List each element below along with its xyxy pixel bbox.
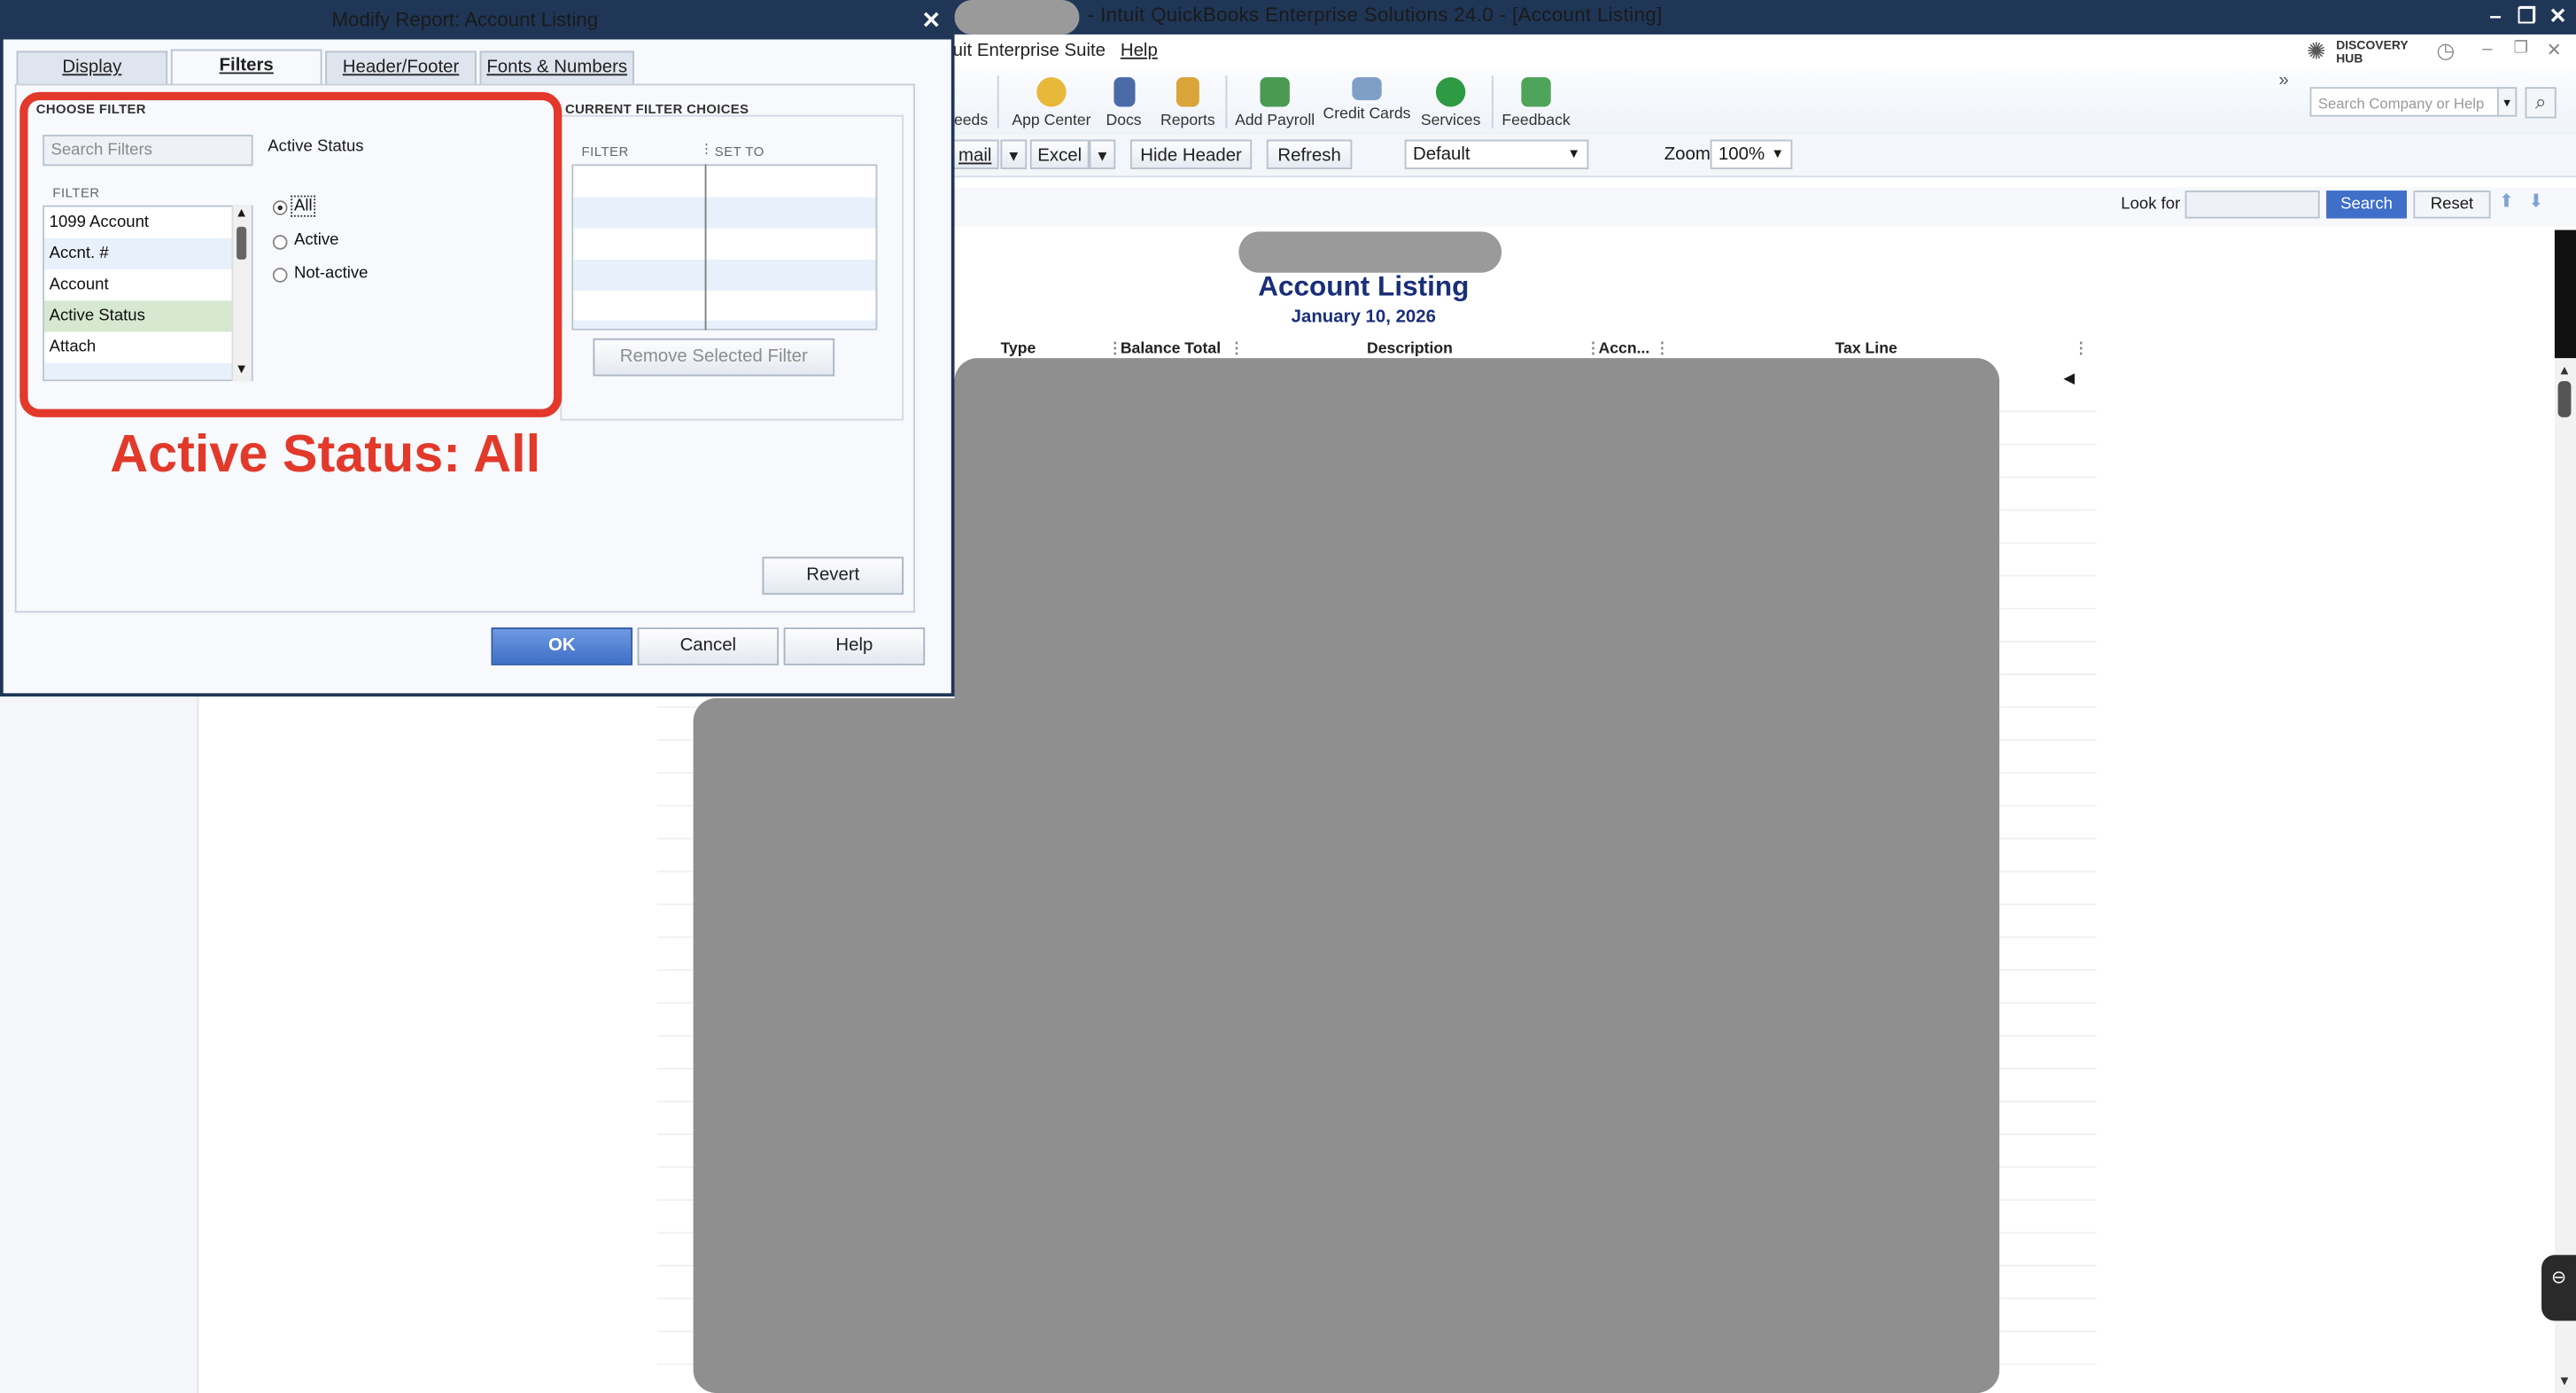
report-title: Account Listing	[1258, 270, 1470, 303]
docs-icon	[1113, 77, 1135, 107]
annotation-label: Active Status: All	[110, 424, 541, 484]
arrow-down-icon[interactable]: ⬇	[2528, 191, 2543, 212]
report-view-value: Default	[1412, 144, 1470, 165]
redacted-report-rows-lower	[693, 697, 2000, 1393]
scroll-down-arrow[interactable]: ▼	[2558, 1374, 2572, 1389]
search-scope-dropdown[interactable]: ▾	[2496, 87, 2518, 117]
dialog-title: Modify Report: Account Listing	[331, 8, 599, 32]
excel-dropdown[interactable]: ▼	[1089, 139, 1116, 169]
email-button[interactable]: mail	[952, 139, 999, 169]
look-for-label: Look for	[2121, 195, 2181, 214]
column-header-type[interactable]: Type	[1000, 340, 1036, 358]
arrow-up-icon[interactable]: ⬆	[2499, 191, 2514, 212]
toolbar-add-payroll[interactable]: Add Payroll	[1224, 74, 1326, 129]
zoom-value: 100%	[1718, 144, 1765, 165]
app-center-icon	[1036, 77, 1067, 107]
remove-selected-filter-button[interactable]: Remove Selected Filter	[593, 338, 835, 377]
column-header-tax-line[interactable]: Tax Line	[1835, 340, 1897, 358]
revert-button[interactable]: Revert	[762, 556, 904, 595]
reminders-icon[interactable]: ◷	[2436, 38, 2455, 65]
tab-header-footer[interactable]: Header/Footer	[325, 51, 477, 84]
tab-header-footer-label: Header/Footer	[342, 57, 460, 78]
tab-filters-label: Filters	[219, 56, 274, 76]
tab-display[interactable]: Display	[16, 51, 168, 84]
column-header-account-number[interactable]: Accn...	[1599, 340, 1650, 358]
close-icon[interactable]: ✕	[2543, 4, 2572, 30]
minimize-icon[interactable]: –	[2480, 4, 2510, 28]
chevron-down-icon: ▼	[1567, 145, 1581, 161]
column-divider[interactable]: ⋮	[1655, 340, 1671, 358]
dialog-close-icon[interactable]: ✕	[921, 6, 941, 35]
scrollbar-thumb[interactable]	[2557, 381, 2572, 417]
menu-enterprise-suite[interactable]: uit Enterprise Suite	[953, 41, 1106, 60]
report-view-select[interactable]: Default ▼	[1404, 139, 1589, 169]
cfc-column-divider: ⋮	[700, 141, 714, 157]
tab-fonts-numbers-label: Fonts & Numbers	[486, 57, 628, 78]
payroll-icon	[1260, 77, 1290, 107]
redacted-company-name	[954, 0, 1080, 35]
column-divider[interactable]: ⋮	[2074, 340, 2090, 358]
app-title: - Intuit QuickBooks Enterprise Solutions…	[1087, 3, 1663, 27]
chat-assistant-icon[interactable]: ⊖	[2541, 1255, 2576, 1321]
column-header-description[interactable]: Description	[1367, 340, 1453, 358]
feedback-icon	[1521, 77, 1551, 107]
tab-fonts-numbers[interactable]: Fonts & Numbers	[479, 51, 634, 84]
cfc-column-line	[704, 164, 707, 331]
toolbar-more-chevrons[interactable]: »	[2278, 71, 2288, 90]
cfc-filter-column-label: FILTER	[581, 144, 629, 160]
column-header-balance-total[interactable]: Balance Total	[1121, 340, 1221, 358]
toolbar-credit-cards-label: Credit Cards	[1323, 105, 1411, 124]
chevron-down-icon: ▼	[1771, 145, 1785, 161]
look-for-reset-button[interactable]: Reset	[2413, 191, 2491, 219]
toolbar-feeds-label: eeds	[953, 112, 989, 130]
toolbar-separator	[997, 75, 999, 128]
child-close-icon[interactable]: ✕	[2547, 39, 2562, 60]
zoom-label: Zoom	[1664, 144, 1711, 165]
toolbar-services-label: Services	[1420, 112, 1481, 130]
lightbulb-icon: ✺	[2306, 37, 2326, 65]
scroll-up-arrow[interactable]: ▲	[2558, 363, 2572, 378]
toolbar-reports-label: Reports	[1160, 112, 1215, 130]
redacted-company-header	[1238, 231, 1502, 273]
help-button[interactable]: Help	[783, 627, 926, 665]
cfc-setto-column-label: SET TO	[714, 144, 764, 160]
hide-header-button[interactable]: Hide Header	[1129, 139, 1253, 169]
annotation-highlight-box	[19, 91, 563, 417]
look-for-search-button[interactable]: Search	[2326, 191, 2407, 219]
column-divider[interactable]: ⋮	[1229, 340, 1245, 358]
services-icon	[1435, 77, 1466, 107]
discovery-hub-label: DISCOVERY HUB	[2336, 37, 2409, 66]
ok-button[interactable]: OK	[491, 627, 633, 665]
cfc-row[interactable]	[573, 320, 876, 329]
child-minimize-icon[interactable]: –	[2482, 39, 2492, 58]
search-magnifier-icon[interactable]: ⌕	[2525, 87, 2557, 119]
toolbar-feedback[interactable]: Feedback	[1486, 74, 1587, 129]
refresh-button[interactable]: Refresh	[1266, 139, 1353, 169]
discovery-hub[interactable]: ✺ DISCOVERY HUB	[2307, 38, 2422, 67]
excel-button[interactable]: Excel	[1029, 139, 1090, 169]
reports-icon	[1175, 77, 1199, 107]
toolbar-feedback-label: Feedback	[1501, 112, 1571, 130]
email-dropdown[interactable]: ▼	[1000, 139, 1028, 169]
credit-card-icon	[1352, 77, 1382, 101]
toolbar-add-payroll-label: Add Payroll	[1235, 112, 1315, 130]
search-company-help-input[interactable]: Search Company or Help	[2309, 87, 2518, 117]
look-for-input[interactable]	[2184, 191, 2320, 219]
cfc-row[interactable]	[573, 197, 876, 229]
menu-help[interactable]: Help	[1121, 41, 1158, 60]
collapse-arrow-icon[interactable]: ◀	[2063, 370, 2075, 387]
cancel-button[interactable]: Cancel	[637, 627, 780, 665]
current-filter-choices-table[interactable]	[571, 164, 878, 331]
report-left-margin	[0, 696, 199, 1393]
zoom-select[interactable]: 100% ▼	[1710, 139, 1793, 169]
tab-filters[interactable]: Filters	[170, 49, 322, 86]
cfc-row[interactable]	[573, 259, 876, 292]
report-date: January 10, 2026	[1291, 307, 1436, 327]
tab-display-label: Display	[62, 57, 122, 78]
scrollbar-outer-band	[2554, 230, 2576, 359]
child-restore-icon[interactable]: ❐	[2514, 39, 2529, 57]
restore-icon[interactable]: ❐	[2512, 4, 2541, 30]
